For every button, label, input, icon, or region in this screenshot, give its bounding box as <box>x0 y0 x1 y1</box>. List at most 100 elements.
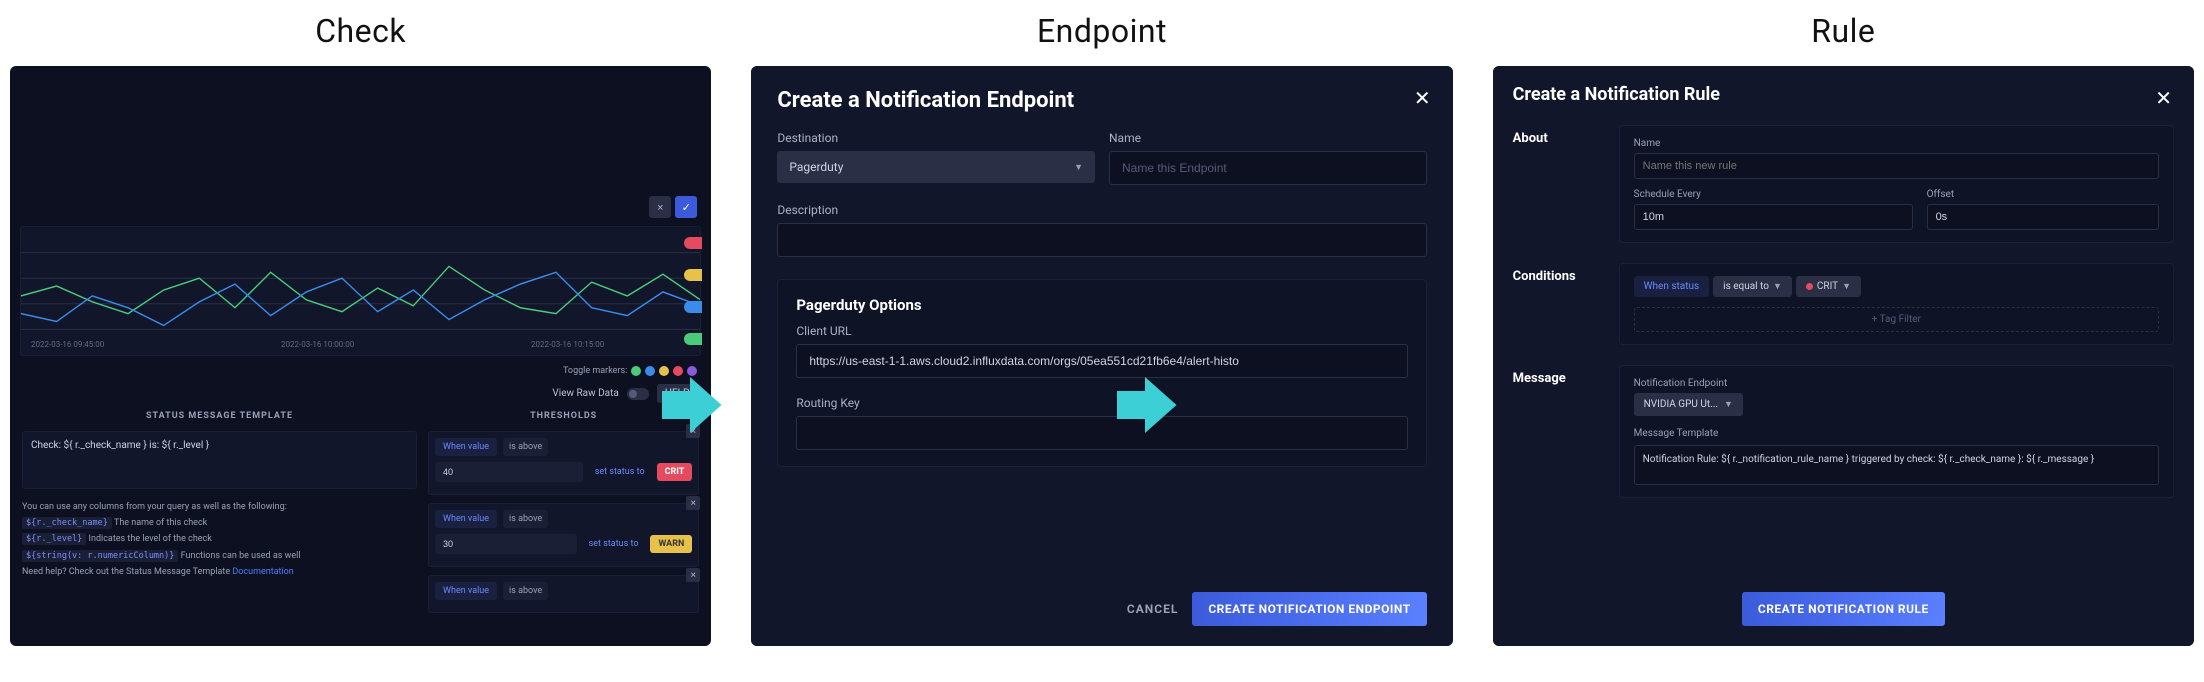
destination-select[interactable]: Pagerduty ▼ <box>777 151 1095 183</box>
status-value: CRIT <box>1817 281 1838 292</box>
operator-select[interactable]: is equal to ▼ <box>1713 276 1792 297</box>
status-select[interactable]: CRIT ▼ <box>1796 276 1861 297</box>
status-dot-icon <box>1806 283 1813 290</box>
column-title-check: Check <box>315 12 406 50</box>
conditions-body: When status is equal to ▼ CRIT ▼ + <box>1619 263 2174 345</box>
x-tick: 2022-03-16 09:45:00 <box>31 340 104 349</box>
check-cancel-button[interactable]: × <box>649 196 671 218</box>
threshold-marker-crit[interactable] <box>684 237 702 249</box>
check-panel: × ✓ 2022-03-16 09:45:00 2022-03-16 10:00… <box>10 66 711 646</box>
footnote-desc: Functions can be used as well <box>181 551 301 561</box>
when-value-pill[interactable]: When value <box>435 510 497 528</box>
x-tick: 2022-03-16 10:00:00 <box>281 340 354 349</box>
status-badge[interactable]: CRIT <box>657 463 693 481</box>
status-template-input[interactable]: Check: ${ r._check_name } is: ${ r._leve… <box>22 431 417 489</box>
offset-label: Offset <box>1927 189 2159 200</box>
documentation-link[interactable]: Documentation <box>232 567 293 577</box>
set-status-label: set status to <box>583 535 645 553</box>
threshold-value-input[interactable] <box>435 462 583 482</box>
chevron-down-icon: ▼ <box>1074 162 1083 173</box>
conditions-label: Conditions <box>1513 263 1603 345</box>
when-value-pill[interactable]: When value <box>435 582 497 600</box>
about-label: About <box>1513 125 1603 243</box>
message-template-input[interactable]: Notification Rule: ${ r._notification_ru… <box>1634 445 2159 485</box>
chevron-down-icon: ▼ <box>1773 281 1782 292</box>
view-raw-label: View Raw Data <box>552 388 618 399</box>
eye-icon[interactable] <box>645 366 655 376</box>
create-rule-button[interactable]: CREATE NOTIFICATION RULE <box>1742 592 1945 626</box>
add-tag-filter-button[interactable]: + Tag Filter <box>1634 307 2159 332</box>
threshold-card: × When value is above set status to CRIT <box>428 431 699 495</box>
toggle-markers-label: Toggle markers: <box>563 366 627 376</box>
destination-label: Destination <box>777 131 1095 145</box>
footnote-desc: Indicates the level of the check <box>89 534 212 544</box>
when-value-pill[interactable]: When value <box>435 438 497 456</box>
eye-icon[interactable] <box>631 366 641 376</box>
description-input[interactable] <box>777 223 1426 257</box>
column-title-endpoint: Endpoint <box>1037 12 1167 50</box>
create-endpoint-button[interactable]: CREATE NOTIFICATION ENDPOINT <box>1192 592 1426 626</box>
close-icon[interactable]: ✕ <box>2155 86 2172 110</box>
threshold-marker-info[interactable] <box>684 301 702 313</box>
modal-title: Create a Notification Endpoint <box>777 88 1426 113</box>
set-status-label: set status to <box>589 463 651 481</box>
check-save-button[interactable]: ✓ <box>675 196 697 218</box>
cancel-button[interactable]: CANCEL <box>1127 602 1178 616</box>
x-tick: 2022-03-16 10:15:00 <box>531 340 604 349</box>
status-badge[interactable]: WARN <box>650 535 692 553</box>
check-chart: 2022-03-16 09:45:00 2022-03-16 10:00:00 … <box>20 226 701 356</box>
endpoint-value: NVIDIA GPU Ut... <box>1644 399 1718 410</box>
description-label: Description <box>777 203 1426 217</box>
footnote-desc: The name of this check <box>114 518 207 528</box>
routing-key-label: Routing Key <box>796 396 1407 410</box>
template-label: Message Template <box>1634 428 2159 439</box>
footnote-code: ${string(v: r.numericColumn)} <box>22 550 178 562</box>
chevron-down-icon: ▼ <box>1724 399 1733 410</box>
schedule-label: Schedule Every <box>1634 189 1913 200</box>
name-label: Name <box>1109 131 1427 145</box>
message-body: Notification Endpoint NVIDIA GPU Ut... ▼… <box>1619 365 2174 498</box>
threshold-card: × When value is above set status to WARN <box>428 503 699 567</box>
close-icon[interactable]: ✕ <box>1414 86 1431 110</box>
threshold-marker-ok[interactable] <box>684 333 702 345</box>
options-title: Pagerduty Options <box>796 296 1407 314</box>
options-box: Pagerduty Options Client URL Routing Key <box>777 279 1426 467</box>
arrow-icon <box>655 370 725 440</box>
endpoint-modal: Create a Notification Endpoint ✕ Destina… <box>751 66 1452 646</box>
status-template-header: STATUS MESSAGE TEMPLATE <box>22 411 417 421</box>
close-icon[interactable]: × <box>686 568 700 582</box>
routing-key-input[interactable] <box>796 416 1407 450</box>
name-label: Name <box>1634 138 2159 149</box>
schedule-input[interactable] <box>1634 204 1913 230</box>
threshold-card: × When value is above <box>428 575 699 613</box>
threshold-marker-warn[interactable] <box>684 269 702 281</box>
client-url-label: Client URL <box>796 324 1407 338</box>
endpoint-select[interactable]: NVIDIA GPU Ut... ▼ <box>1634 393 1743 416</box>
endpoint-name-input[interactable] <box>1109 151 1427 185</box>
rule-name-input[interactable] <box>1634 153 2159 179</box>
offset-input[interactable] <box>1927 204 2159 230</box>
status-template-footnote: You can use any columns from your query … <box>22 499 417 580</box>
close-icon[interactable]: × <box>686 496 700 510</box>
footnote-help: Need help? Check out the Status Message … <box>22 567 232 577</box>
view-raw-toggle[interactable] <box>627 388 649 400</box>
rule-modal: Create a Notification Rule ✕ About Name … <box>1493 66 2194 646</box>
client-url-input[interactable] <box>796 344 1407 378</box>
about-body: Name Schedule Every Offset <box>1619 125 2174 243</box>
message-label: Message <box>1513 365 1603 498</box>
modal-title: Create a Notification Rule <box>1513 84 2174 105</box>
endpoint-label: Notification Endpoint <box>1634 378 2159 389</box>
arrow-icon <box>1110 370 1180 440</box>
operator-pill[interactable]: is above <box>503 510 548 528</box>
operator-pill[interactable]: is above <box>503 582 548 600</box>
footnote-code: ${r._check_name} <box>22 517 112 529</box>
footnote-intro: You can use any columns from your query … <box>22 499 417 515</box>
operator-value: is equal to <box>1723 281 1769 292</box>
threshold-value-input[interactable] <box>435 534 577 554</box>
chevron-down-icon: ▼ <box>1842 281 1851 292</box>
operator-pill[interactable]: is above <box>503 438 548 456</box>
destination-value: Pagerduty <box>789 160 843 174</box>
column-title-rule: Rule <box>1811 12 1875 50</box>
footnote-code: ${r._level} <box>22 533 86 545</box>
when-status-pill[interactable]: When status <box>1634 276 1710 297</box>
